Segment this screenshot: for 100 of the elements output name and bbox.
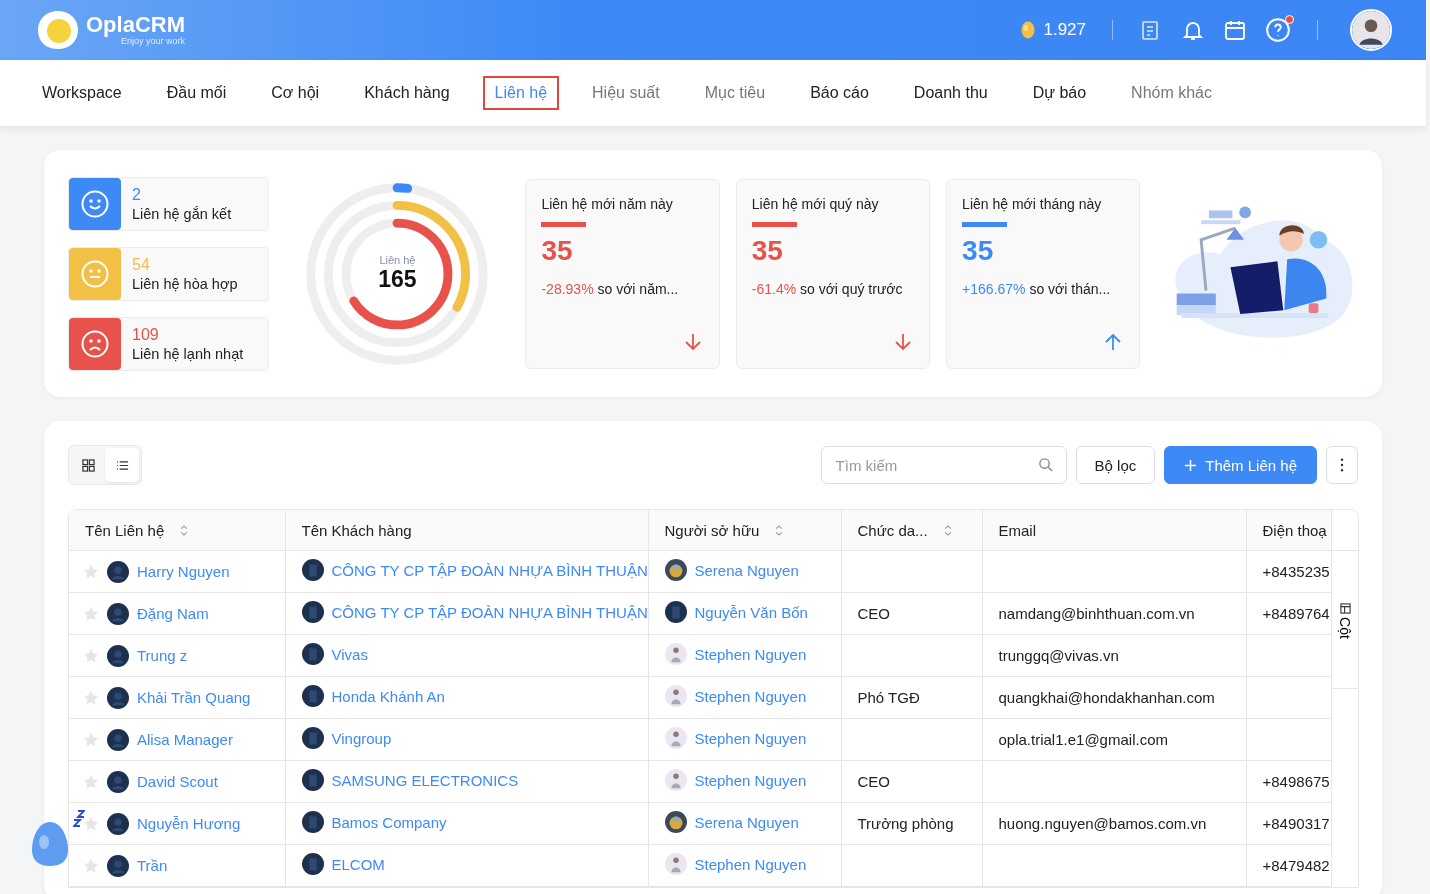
change-percent: +166.67% [962, 280, 1026, 297]
column-header[interactable]: Chức da... [841, 510, 982, 551]
sort-icon [180, 524, 189, 536]
nav-tab[interactable]: Doanh thu [901, 76, 1000, 110]
trend-title: Liên hệ mới năm này [541, 195, 674, 212]
star-icon[interactable] [83, 815, 99, 832]
owner-name-link[interactable]: Stephen Nguyen [694, 687, 807, 705]
help-icon[interactable] [1265, 17, 1291, 43]
contact-name-link[interactable]: Đặng Nam [137, 605, 209, 622]
star-icon[interactable] [83, 857, 99, 874]
column-header[interactable]: Tên Khách hàng [285, 510, 648, 551]
table-cell: +8498675 [1246, 760, 1331, 803]
customer-name-link[interactable]: SAMSUNG ELECTRONICS [331, 771, 519, 789]
owner-name-link[interactable]: Nguyễn Văn Bốn [694, 603, 808, 621]
column-header[interactable]: Người sở hữu [648, 510, 841, 551]
owner-name-link[interactable]: Stephen Nguyen [694, 645, 807, 663]
table-cell: +8489764 [1246, 592, 1331, 635]
more-icon [1340, 458, 1344, 472]
company-avatar-icon [301, 853, 324, 875]
sort-icon [943, 524, 952, 536]
contact-avatar-icon [107, 728, 129, 751]
table-cell: huong.nguyen@bamos.com.vn [982, 802, 1246, 845]
owner-name-link[interactable]: Serena Nguyen [694, 813, 799, 831]
star-icon[interactable] [83, 605, 99, 622]
star-icon[interactable] [83, 689, 99, 706]
accent-bar [541, 221, 587, 227]
customer-name-link[interactable]: Vivas [331, 645, 368, 663]
contact-name-link[interactable]: Harry Nguyen [137, 563, 230, 580]
nav-tab[interactable]: Liên hệ [482, 76, 560, 110]
search-icon [1037, 457, 1053, 472]
nav-tab[interactable]: Đầu mối [154, 76, 239, 110]
owner-avatar-icon [664, 811, 687, 833]
column-header[interactable]: Điện thoạ [1246, 510, 1331, 551]
table-cell: +8479482 [1246, 844, 1331, 887]
search-field[interactable]: Tìm kiếm [820, 446, 1067, 484]
customer-name-link[interactable]: Vingroup [331, 729, 392, 747]
table-cell: Phó TGĐ [841, 676, 982, 719]
column-header[interactable]: Tên Liên hệ [69, 510, 285, 551]
nav-tab[interactable]: Dự báo [1020, 76, 1099, 110]
customer-name-link[interactable]: Honda Khánh An [331, 687, 445, 705]
table-cell: +8490317 [1246, 802, 1331, 845]
nav-tab[interactable]: Nhóm khác [1119, 76, 1224, 110]
customer-name-link[interactable]: CÔNG TY CP TẬP ĐOÀN NHỰA BÌNH THUẬN [331, 603, 647, 621]
table-cell: opla.trial1.e1@gmail.com [982, 718, 1246, 761]
nav-tab[interactable]: Workspace [30, 76, 134, 110]
owner-avatar-icon [664, 559, 687, 581]
table-cell: +8435235 [1246, 550, 1331, 593]
more-button[interactable] [1326, 446, 1358, 484]
contact-avatar-icon [107, 770, 129, 793]
contact-avatar-icon [107, 560, 129, 583]
list-view-button[interactable] [105, 448, 139, 482]
filter-button[interactable]: Bộ lọc [1075, 446, 1156, 484]
owner-name-link[interactable]: Serena Nguyen [694, 561, 799, 579]
customer-name-link[interactable]: Bamos Company [331, 813, 447, 831]
calendar-icon[interactable] [1223, 18, 1247, 42]
user-avatar-icon[interactable] [1350, 9, 1392, 51]
contact-name-link[interactable]: Trần [137, 857, 168, 874]
accent-bar [751, 221, 797, 227]
contact-avatar-icon [107, 854, 129, 877]
owner-avatar-icon [664, 685, 687, 707]
nav-tab[interactable]: Cơ hội [259, 76, 332, 110]
contact-avatar-icon [107, 602, 129, 625]
star-icon[interactable] [83, 773, 99, 790]
nav-tab[interactable]: Báo cáo [798, 76, 881, 110]
owner-name-link[interactable]: Stephen Nguyen [694, 729, 807, 747]
owner-avatar-icon [664, 769, 687, 791]
contact-name-link[interactable]: Alisa Manager [137, 731, 233, 748]
star-icon[interactable] [83, 647, 99, 664]
nav-tab[interactable]: Hiệu suất [580, 76, 672, 110]
segment-count: 54 [132, 255, 151, 274]
column-header[interactable]: Email [982, 510, 1246, 551]
sort-icon [775, 524, 784, 536]
neutral-face-icon [80, 258, 110, 289]
owner-name-link[interactable]: Stephen Nguyen [694, 771, 807, 789]
customer-name-link[interactable]: ELCOM [331, 855, 385, 873]
owner-avatar-icon [664, 727, 687, 749]
add-contact-button[interactable]: Thêm Liên hệ [1164, 446, 1317, 484]
owner-name-link[interactable]: Stephen Nguyen [694, 855, 807, 873]
nav-tab[interactable]: Khách hàng [352, 76, 462, 110]
company-avatar-icon [301, 643, 324, 665]
contact-name-link[interactable]: Nguyễn Hương [137, 815, 241, 832]
chat-bubble-icon[interactable] [30, 820, 70, 868]
star-icon[interactable] [83, 563, 99, 580]
company-avatar-icon [301, 769, 324, 791]
trend-value: 35 [962, 234, 995, 267]
table-cell: CEO [841, 592, 982, 635]
comparison-text: so với quý trước [800, 280, 903, 297]
table-cell: quangkhai@hondakhanhan.com [982, 676, 1246, 719]
trend-value: 35 [751, 234, 784, 267]
smile-face-icon [80, 188, 110, 219]
contact-name-link[interactable]: Khải Trần Quang [137, 689, 251, 706]
company-avatar-icon [301, 727, 324, 749]
contact-name-link[interactable]: Trung z [137, 647, 188, 664]
plus-icon [1184, 458, 1198, 472]
star-icon[interactable] [83, 731, 99, 748]
nav-tab[interactable]: Mục tiêu [692, 76, 778, 110]
sleep-icon [73, 809, 85, 828]
customer-name-link[interactable]: CÔNG TY CP TẬP ĐOÀN NHỰA BÌNH THUẬN [331, 561, 647, 579]
contact-name-link[interactable]: David Scout [137, 773, 218, 790]
table-cell: CEO [841, 760, 982, 803]
